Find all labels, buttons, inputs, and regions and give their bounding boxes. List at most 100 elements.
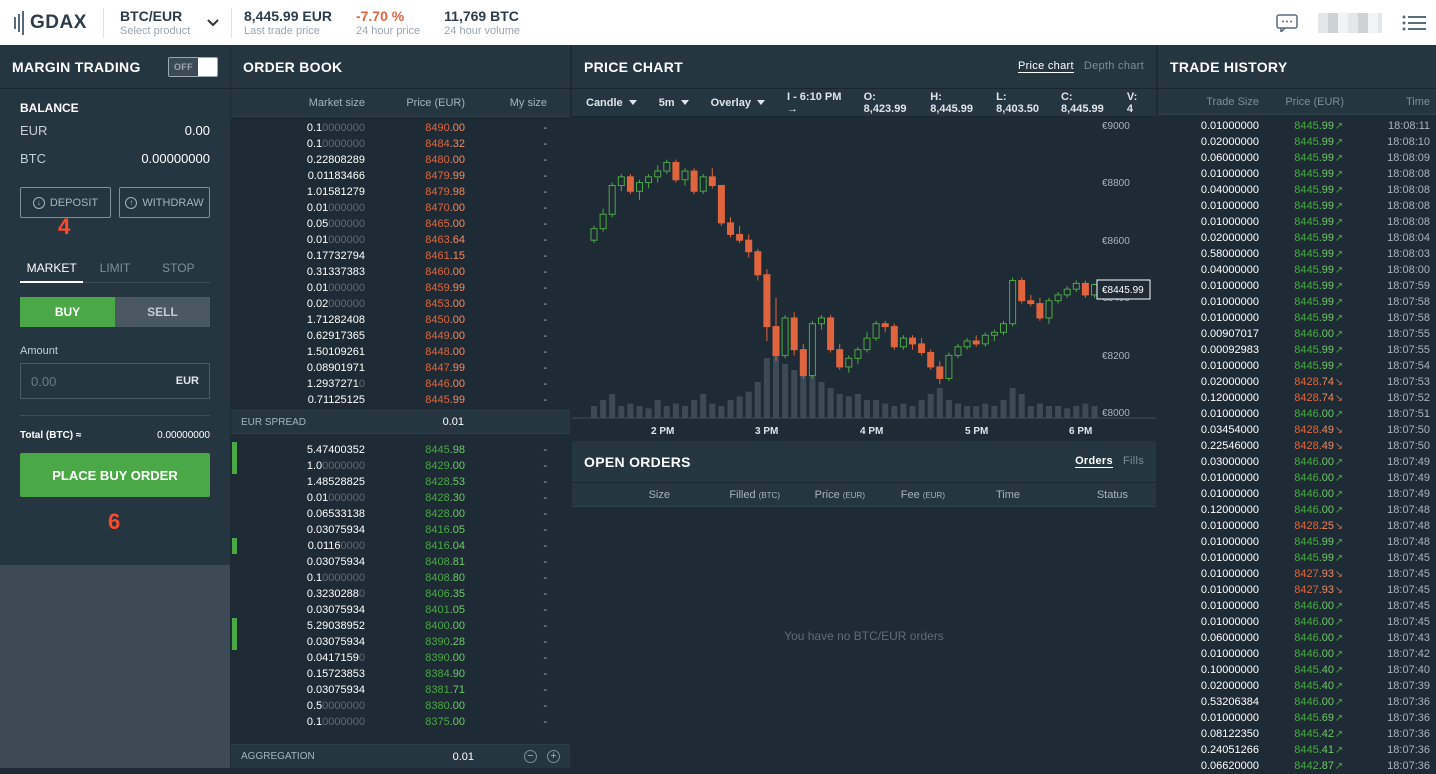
order-book-row[interactable]: 0.10000000 8490.00-	[231, 120, 570, 136]
candle	[672, 159, 680, 183]
margin-toggle[interactable]: OFF	[168, 56, 218, 77]
order-book-row[interactable]: 0.50000000 8380.00-	[231, 698, 570, 714]
trade-size: 0.00092983	[1200, 344, 1259, 356]
y-tick-label: €8000	[1102, 408, 1130, 419]
trade-row: 0.01000000 8428.25↘ 18:07:48	[1158, 518, 1436, 534]
order-book-row[interactable]: 0.22808289 8480.00-	[231, 152, 570, 168]
order-book-row[interactable]: 0.71125125 8445.99-	[231, 392, 570, 408]
arrow-up-right-icon: ↗	[1334, 201, 1344, 212]
order-book-row[interactable]: 1.00000000 8429.00-	[231, 458, 570, 474]
market-size: 0.03075934	[231, 524, 365, 536]
amount-input[interactable]: 0.00 EUR	[20, 363, 210, 399]
order-price: 8416.04	[365, 540, 465, 552]
menu-icon[interactable]	[1402, 15, 1426, 31]
trade-price-integer: 8446	[1294, 696, 1319, 708]
volume-bar	[691, 400, 698, 418]
order-book-row[interactable]: 0.10000000 8484.32-	[231, 136, 570, 152]
trade-time: 18:08:00	[1387, 264, 1430, 276]
chat-icon[interactable]	[1276, 13, 1298, 32]
candle	[799, 343, 807, 379]
tab-orders[interactable]: Orders	[1075, 455, 1113, 468]
market-size-padding: 0000000	[322, 138, 365, 150]
trade-time: 18:07:51	[1387, 408, 1430, 420]
trade-price: 8445.99↗	[1259, 168, 1344, 180]
order-book-row[interactable]: 5.29038952 8400.00-	[231, 618, 570, 634]
order-book-row[interactable]: 0.04171590 8390.00-	[231, 650, 570, 666]
tab-market[interactable]: MARKET	[20, 261, 84, 283]
plus-icon[interactable]: +	[547, 750, 560, 763]
my-size: -	[543, 636, 547, 648]
price-decimal: .00	[449, 218, 465, 230]
order-book-row[interactable]: 0.15723853 8384.90-	[231, 666, 570, 682]
order-book-row[interactable]: 0.10000000 8408.80-	[231, 570, 570, 586]
tab-fills[interactable]: Fills	[1123, 455, 1144, 468]
arrow-up-right-icon: ↗	[1334, 761, 1344, 772]
candle-body	[845, 357, 853, 368]
market-size-value: 0.15723853	[306, 668, 365, 680]
buy-button[interactable]: BUY	[20, 297, 115, 327]
order-book-row[interactable]: 0.03075934 8408.81-	[231, 554, 570, 570]
trade-price-decimal: .99	[1318, 184, 1334, 196]
trade-price-integer: 8446	[1294, 456, 1319, 468]
download-icon: ↓	[32, 196, 45, 209]
my-size: -	[543, 540, 547, 552]
order-book-row[interactable]: 1.71282408 8450.00-	[231, 312, 570, 328]
col-filled: Filled (BTC)	[670, 489, 780, 501]
tab-stop[interactable]: STOP	[146, 261, 210, 283]
tab-price-chart[interactable]: Price chart	[1017, 60, 1074, 73]
candle	[863, 332, 871, 353]
order-price: 8484.32	[365, 138, 465, 150]
trade-price-decimal: .99	[1318, 536, 1334, 548]
order-price: 8479.98	[365, 186, 465, 198]
order-book-row[interactable]: 0.02000000 8453.00-	[231, 296, 570, 312]
price-integer: 8445	[425, 444, 450, 456]
trade-price-integer: 8446	[1294, 632, 1319, 644]
tab-limit[interactable]: LIMIT	[83, 261, 147, 283]
order-book-row[interactable]: 0.01000000 8470.00-	[231, 200, 570, 216]
gdax-logo[interactable]: GDAX	[0, 0, 103, 45]
interval-dropdown[interactable]: 5m	[659, 97, 689, 109]
order-book-row[interactable]: 0.03075934 8401.05-	[231, 602, 570, 618]
order-book-row[interactable]: 0.01000000 8428.30-	[231, 490, 570, 506]
candle-dropdown[interactable]: Candle	[586, 97, 637, 109]
arrow-up-right-icon: ↗	[1334, 361, 1344, 372]
order-book-row[interactable]: 0.05000000 8465.00-	[231, 216, 570, 232]
order-book-row[interactable]: 1.48528825 8428.53-	[231, 474, 570, 490]
trade-time: 18:07:45	[1387, 584, 1430, 596]
order-book-row[interactable]: 0.01000000 8459.99-	[231, 280, 570, 296]
annotation-4: 4	[58, 214, 71, 239]
order-book-row[interactable]: 0.62917365 8449.00-	[231, 328, 570, 344]
order-book-row[interactable]: 0.01183466 8479.99-	[231, 168, 570, 184]
balance-amount: 0.00000000	[141, 151, 210, 166]
order-book-row[interactable]: 1.50109261 8448.00-	[231, 344, 570, 360]
arrow-down-right-icon: ↘	[1334, 521, 1344, 532]
trade-time: 18:08:10	[1387, 136, 1430, 148]
market-size: 0.03075934	[231, 556, 365, 568]
order-book-row[interactable]: 0.03075934 8416.05-	[231, 522, 570, 538]
trade-price-integer: 8445	[1294, 536, 1319, 548]
order-book-row[interactable]: 1.01581279 8479.98-	[231, 184, 570, 200]
order-book-row[interactable]: 0.03075934 8390.28-	[231, 634, 570, 650]
sell-button[interactable]: SELL	[115, 297, 210, 327]
order-book-row[interactable]: 0.08901971 8447.99-	[231, 360, 570, 376]
order-book-row[interactable]: 0.31337383 8460.00-	[231, 264, 570, 280]
trade-price-decimal: .00	[1318, 696, 1334, 708]
candlestick-chart[interactable]: €9000 €8800 €8600 €8400 €8200 €8000 2 PM…	[572, 117, 1156, 440]
user-avatar[interactable]	[1318, 12, 1382, 33]
trade-row: 0.03454000 8428.49↘ 18:07:50	[1158, 422, 1436, 438]
product-selector[interactable]: BTC/EUR Select product	[104, 8, 231, 37]
order-book-row[interactable]: 5.47400352 8445.98-	[231, 442, 570, 458]
withdraw-button[interactable]: ↑ WITHDRAW	[119, 187, 210, 218]
order-book-row[interactable]: 0.01000000 8463.64-	[231, 232, 570, 248]
place-buy-order-button[interactable]: PLACE BUY ORDER	[20, 453, 210, 497]
order-book-row[interactable]: 0.17732794 8461.15-	[231, 248, 570, 264]
order-book-row[interactable]: 0.32302880 8406.35-	[231, 586, 570, 602]
order-book-row[interactable]: 0.06533138 8428.00-	[231, 506, 570, 522]
overlay-dropdown[interactable]: Overlay	[711, 97, 765, 109]
order-book-row[interactable]: 0.10000000 8375.00-	[231, 714, 570, 730]
tab-depth-chart[interactable]: Depth chart	[1084, 60, 1144, 73]
order-book-row[interactable]: 0.01160000 8416.04-	[231, 538, 570, 554]
order-book-row[interactable]: 1.29372710 8446.00-	[231, 376, 570, 392]
minus-icon[interactable]: −	[524, 750, 537, 763]
order-book-row[interactable]: 0.03075934 8381.71-	[231, 682, 570, 698]
